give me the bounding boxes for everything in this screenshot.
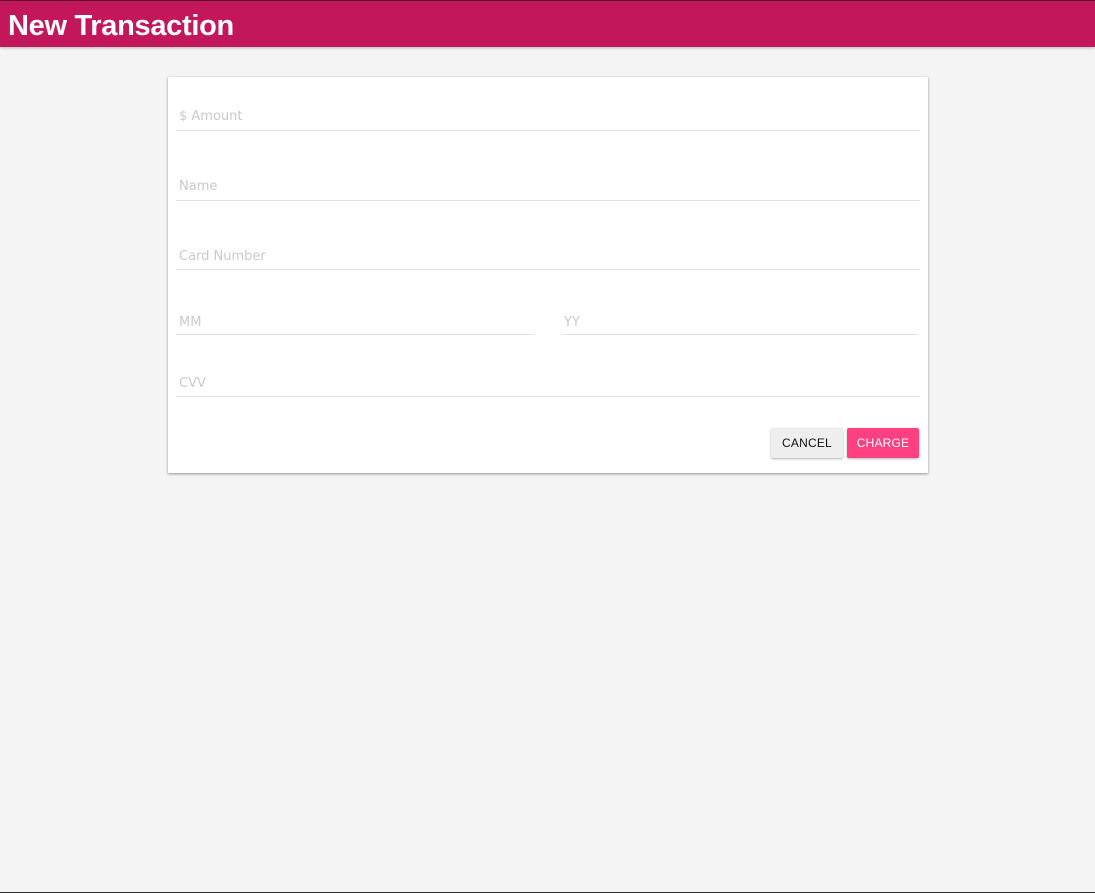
name-field xyxy=(176,175,920,201)
transaction-form-card: CANCEL CHARGE xyxy=(168,77,928,473)
card-number-input[interactable] xyxy=(176,245,920,269)
amount-input[interactable] xyxy=(176,105,920,130)
name-input[interactable] xyxy=(176,175,920,200)
app-window: New Transaction CANCEL CHARGE xyxy=(0,0,1095,893)
expiry-month-input[interactable] xyxy=(176,312,535,334)
expiry-year-input[interactable] xyxy=(561,312,918,334)
app-toolbar: New Transaction xyxy=(0,0,1095,47)
expiry-month-field xyxy=(176,312,535,335)
cvv-input[interactable] xyxy=(176,372,920,396)
page-title: New Transaction xyxy=(8,10,234,42)
expiry-year-field xyxy=(561,312,918,335)
charge-button[interactable]: CHARGE xyxy=(847,428,919,458)
cancel-button[interactable]: CANCEL xyxy=(771,428,843,458)
card-number-field xyxy=(176,245,920,270)
cvv-field xyxy=(176,372,920,397)
amount-field xyxy=(176,105,920,131)
